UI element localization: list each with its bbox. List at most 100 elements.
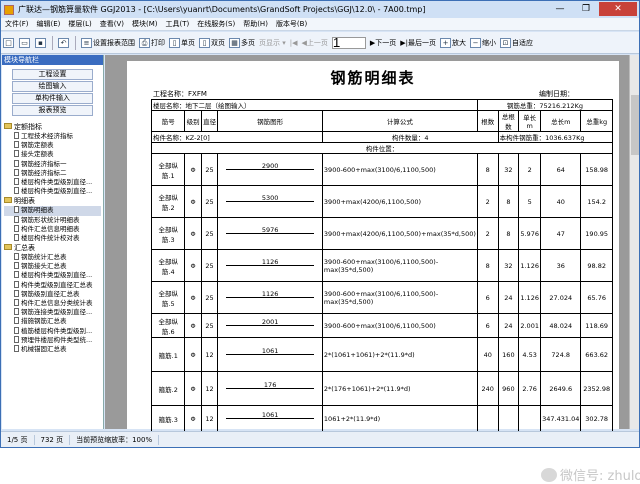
cell-unit-length: 5 xyxy=(518,185,542,218)
cell-unit-length: 5.976 xyxy=(518,217,542,250)
menu-file[interactable]: 文件(F) xyxy=(1,19,33,29)
document-icon xyxy=(14,150,19,158)
tab-single-component[interactable]: 单构件输入 xyxy=(12,93,93,104)
zoom-in-button[interactable]: + 放大 xyxy=(438,35,468,51)
tree-item[interactable]: 措施钢筋汇总表 xyxy=(4,317,101,326)
col-header: 单长m xyxy=(518,110,542,132)
tab-report-preview[interactable]: 报表预览 xyxy=(12,105,93,116)
tree-item[interactable]: 楼层构件类型级别直径... xyxy=(4,177,101,187)
tree-item[interactable]: 机械锚固汇总表 xyxy=(4,344,101,354)
menu-tools[interactable]: 工具(T) xyxy=(162,19,194,29)
col-header: 直径 xyxy=(200,110,219,132)
page-number-input[interactable] xyxy=(331,36,366,49)
open-button[interactable]: ▭ xyxy=(17,35,33,51)
menu-view[interactable]: 查看(V) xyxy=(96,19,128,29)
tree-item[interactable]: 钢筋经济指标二 xyxy=(4,168,101,178)
tree-item[interactable]: 钢筋级别直径汇总表 xyxy=(4,289,101,299)
tab-drawing-input[interactable]: 绘图输入 xyxy=(12,81,93,92)
cell-shape: 5300 xyxy=(217,185,323,218)
first-page-button[interactable]: |◀ xyxy=(288,35,300,51)
tree-folder[interactable]: 汇总表 xyxy=(4,243,101,253)
tree-item[interactable]: 钢筋统计汇总表 xyxy=(4,253,101,262)
double-page-button[interactable]: ▯ 双页 xyxy=(197,35,227,51)
tree-item[interactable]: 植筋楼层构件类型级别... xyxy=(4,326,101,336)
tree-item[interactable]: 钢筋明细表 xyxy=(4,206,101,216)
tree-folder[interactable]: 明细表 xyxy=(4,196,101,206)
maximize-icon[interactable]: ❐ xyxy=(573,2,599,16)
report-tree: 定额指标 工程技术经济指标 钢筋定额表 接头定额表 钢筋经济指标一 钢筋经济指标二 楼层构件… xyxy=(2,120,103,356)
prev-page-button[interactable]: ◀ 上一页 xyxy=(300,35,330,51)
cell-grade: Φ xyxy=(184,337,202,372)
cell-name: 全部纵筋.1 xyxy=(150,153,186,186)
table-row: 全部纵筋.2 Φ 25 5300 3900+max(4200/6,1100,500) 2 8… xyxy=(150,185,613,218)
menu-module[interactable]: 模块(M) xyxy=(128,19,162,29)
cell-dia: 25 xyxy=(200,153,219,186)
cell-grade: Φ xyxy=(184,405,202,432)
tree-folder[interactable]: 定额指标 xyxy=(4,122,101,132)
menu-floor[interactable]: 楼层(L) xyxy=(64,19,95,29)
watermark: 微信号: zhulong xyxy=(541,465,640,484)
document-icon xyxy=(14,317,19,325)
tree-item[interactable]: 楼层构件类型级别直径... xyxy=(4,271,101,280)
menu-edit[interactable]: 编辑(E) xyxy=(33,19,65,29)
tree-item[interactable]: 构件汇总信息明细表 xyxy=(4,224,101,234)
total-weight: 钢筋总重：75216.212Kg xyxy=(476,99,614,111)
cell-total-length: 36 xyxy=(540,249,582,282)
tree-item[interactable]: 钢筋连接类型级别直径... xyxy=(4,308,101,317)
tree-item[interactable]: 钢筋经济指标一 xyxy=(4,159,101,169)
last-page-button[interactable]: ▶| 最后一页 xyxy=(398,35,438,51)
col-header: 筋号 xyxy=(150,110,186,132)
multi-page-button[interactable]: ▦ 多页 xyxy=(227,35,257,51)
vertical-scrollbar[interactable] xyxy=(629,55,639,429)
cell-shape: 2001 xyxy=(217,313,323,338)
tree-item[interactable]: 预埋件楼层构件类型统... xyxy=(4,335,101,345)
tree-item[interactable]: 工程技术经济指标 xyxy=(4,132,101,141)
tree-item[interactable]: 构件汇总信息分类统计表 xyxy=(4,299,101,308)
col-header: 总重kg xyxy=(580,110,613,132)
cell-total-count: 32 xyxy=(497,249,520,282)
tree-item[interactable]: 接头定额表 xyxy=(4,150,101,159)
menu-help[interactable]: 帮助(H) xyxy=(239,19,272,29)
cell-shape: 1126 xyxy=(217,249,323,282)
scroll-thumb[interactable] xyxy=(631,95,639,155)
window-controls: — ❐ ✕ xyxy=(547,2,637,16)
rebar-shape: 1061 xyxy=(226,411,315,424)
undo-button[interactable]: ↶ xyxy=(56,35,72,51)
new-button[interactable]: □ xyxy=(1,35,17,51)
app-window: 广联达—钢筋算量软件 GGJ2013 - [C:\Users\yuanrt\Do… xyxy=(0,0,640,484)
page-display-dropdown[interactable]: 页显示 ▾ xyxy=(257,35,288,51)
tab-project-settings[interactable]: 工程设置 xyxy=(12,69,93,80)
status-pages-total: 732 页 xyxy=(35,434,71,445)
document-icon xyxy=(14,187,19,195)
next-page-button[interactable]: ▶ 下一页 xyxy=(368,35,398,51)
document-icon xyxy=(14,335,19,343)
document-icon xyxy=(14,168,19,176)
document-icon xyxy=(14,132,19,139)
cell-formula: 3900+max(4200/6,1100,500) xyxy=(321,185,478,218)
cell-weight: 158.98 xyxy=(580,153,613,186)
component-row: 构件名称：KZ-2[0] 构件数量：4 本构件钢筋重：1036.637Kg xyxy=(151,131,614,143)
tree-item[interactable]: 构件类型级别直径汇总表 xyxy=(4,280,101,290)
zoom-out-button[interactable]: − 缩小 xyxy=(468,35,498,51)
undo-icon: ↶ xyxy=(58,37,69,48)
fit-button[interactable]: ⊡ 自适应 xyxy=(498,35,535,51)
cell-total-count: 32 xyxy=(497,153,520,186)
save-button[interactable]: ▪ xyxy=(33,35,49,51)
cell-grade: Φ xyxy=(184,313,202,338)
cell-shape: 2900 xyxy=(217,153,323,186)
menu-version[interactable]: 版本号(B) xyxy=(272,19,311,29)
print-button[interactable]: ⎙ 打印 xyxy=(137,35,167,51)
set-report-range-button[interactable]: ≡ 设置报表范围 xyxy=(79,35,137,51)
cell-name: 全部纵筋.6 xyxy=(150,313,186,338)
close-icon[interactable]: ✕ xyxy=(599,2,637,16)
tree-item[interactable]: 楼层构件类型级别直径... xyxy=(4,187,101,196)
cell-total-count: 8 xyxy=(497,185,520,218)
tree-item[interactable]: 楼层构件统计校对表 xyxy=(4,233,101,243)
minimize-icon[interactable]: — xyxy=(547,2,573,16)
window-title: 广联达—钢筋算量软件 GGJ2013 - [C:\Users\yuanrt\Do… xyxy=(18,5,426,14)
tree-item[interactable]: 钢筋定额表 xyxy=(4,141,101,150)
tree-item[interactable]: 钢筋形状统计明细表 xyxy=(4,215,101,225)
single-page-button[interactable]: ▯ 单页 xyxy=(167,35,197,51)
rebar-rows: 全部纵筋.1 Φ 25 2900 3900-600+max(3100/6,1100,50… xyxy=(150,153,613,432)
menu-online[interactable]: 在线服务(S) xyxy=(193,19,239,29)
